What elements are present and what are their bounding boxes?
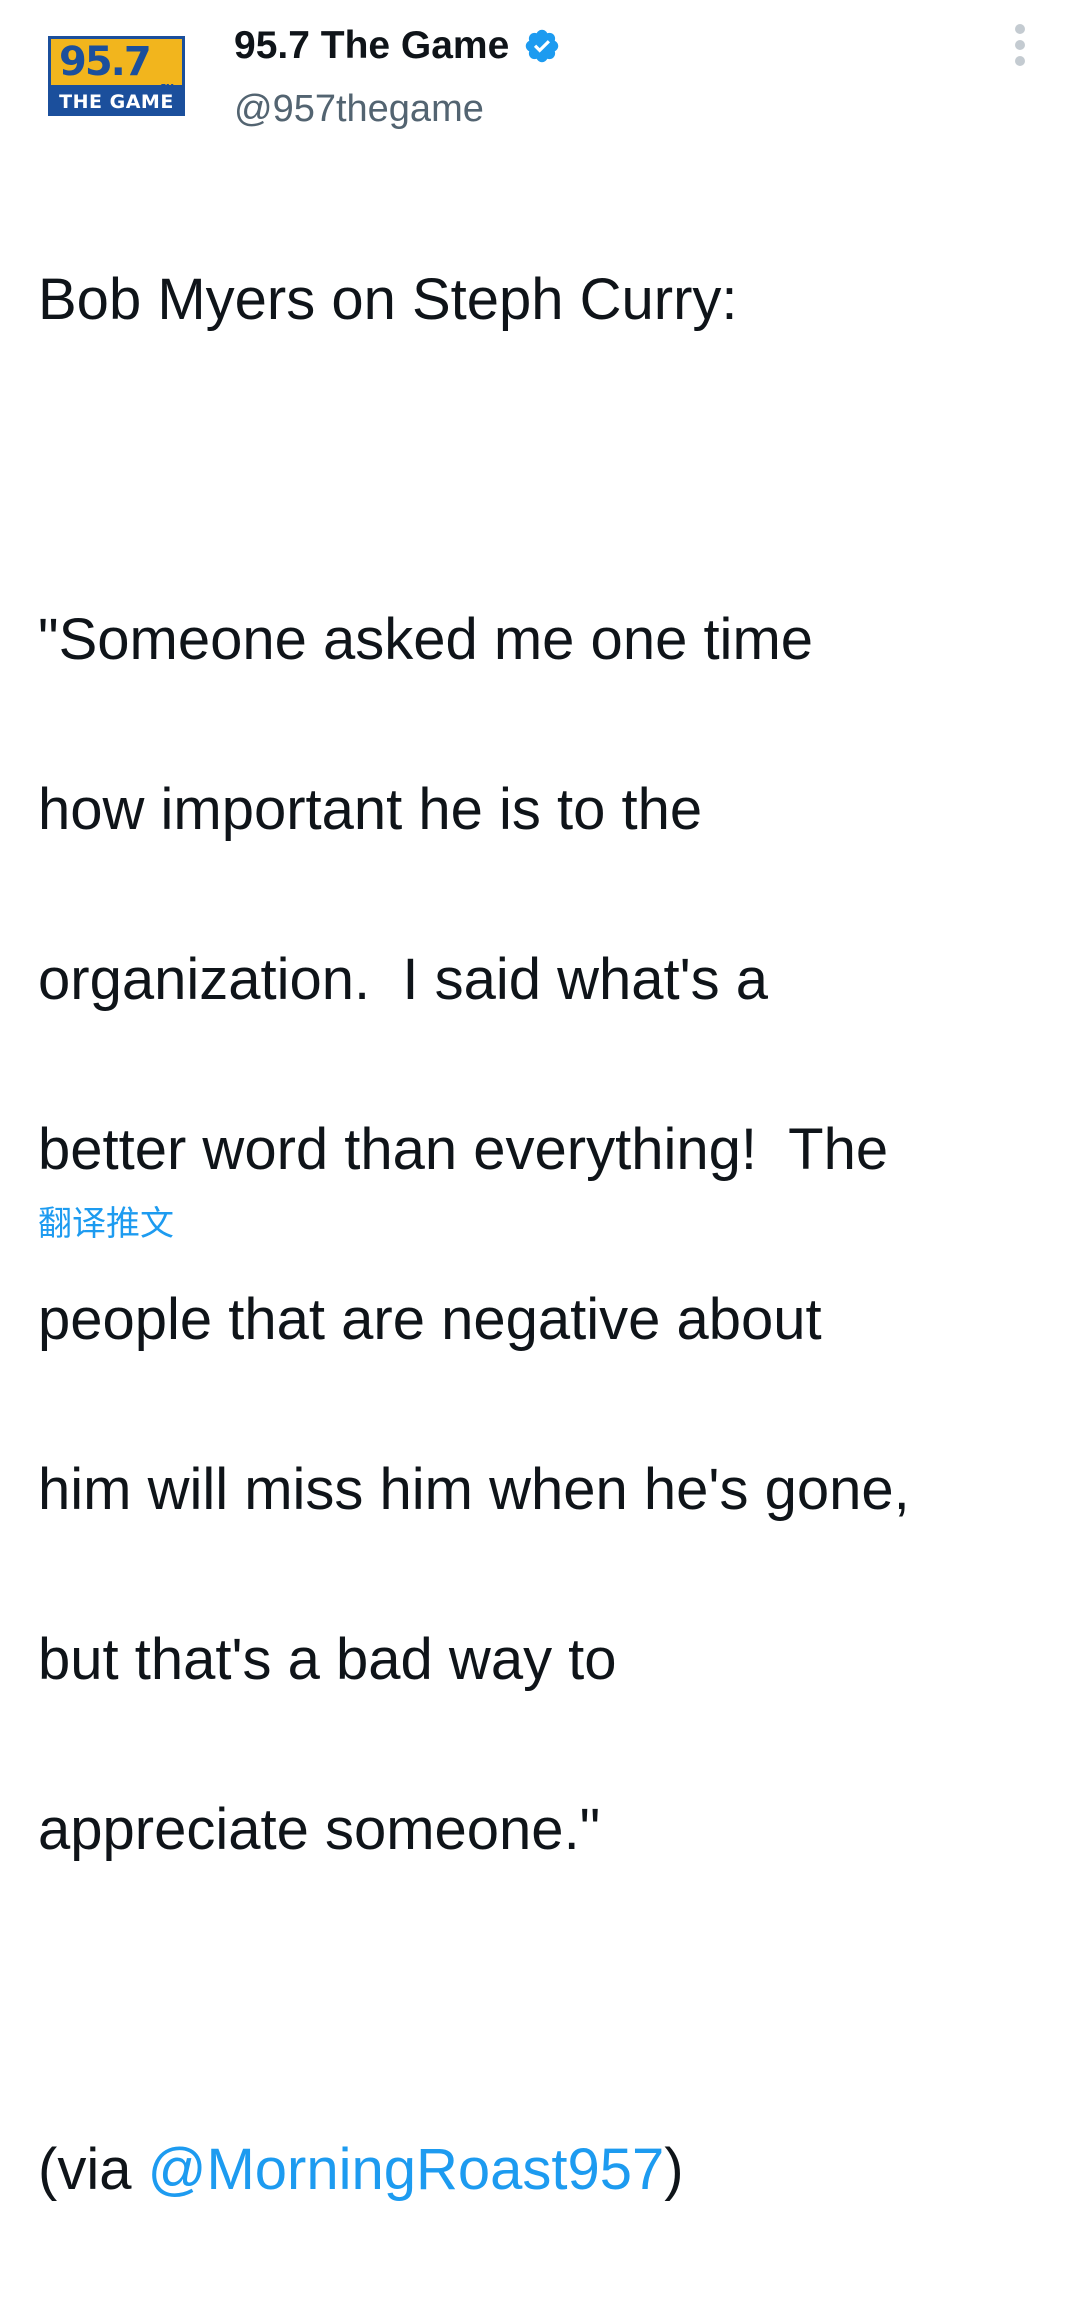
tweet-card: 95.7 FM THE GAME 95.7 The Game @957thega… (0, 0, 1079, 2202)
tweet-line: appreciate someone." (38, 1797, 601, 1862)
tweet-line: how important he is to the (38, 777, 703, 842)
logo-number-text: 95.7 (59, 39, 152, 85)
avatar[interactable]: 95.7 FM THE GAME (48, 36, 185, 118)
tweet-line: Bob Myers on Steph Curry: (38, 267, 738, 332)
via-line: (via @MorningRoast957) (38, 2127, 1048, 2212)
more-options-icon[interactable] (1004, 24, 1036, 66)
mention-link[interactable]: @MorningRoast957 (148, 2137, 665, 2202)
tweet-line: better word than everything! The (38, 1117, 889, 1182)
logo-number: 95.7 FM (48, 36, 185, 92)
via-prefix: (via (38, 2137, 148, 2202)
translate-tweet-link[interactable]: 翻译推文 (38, 1196, 174, 1245)
tweet-line: people that are negative about (38, 1287, 822, 1352)
display-name-row: 95.7 The Game (234, 22, 561, 70)
tweet-line: "Someone asked me one time (38, 607, 814, 672)
via-suffix: ) (664, 2137, 684, 2202)
tweet-line: organization. I said what's a (38, 947, 769, 1012)
tweet-text: Bob Myers on Steph Curry: "Someone asked… (38, 172, 1048, 2297)
tweet-line: him will miss him when he's gone, (38, 1457, 910, 1522)
verified-badge-icon (523, 27, 561, 65)
display-name[interactable]: 95.7 The Game (234, 24, 509, 68)
account-handle[interactable]: @957thegame (234, 88, 484, 131)
tweet-line: but that's a bad way to (38, 1627, 617, 1692)
logo-station-text: THE GAME (48, 88, 185, 116)
